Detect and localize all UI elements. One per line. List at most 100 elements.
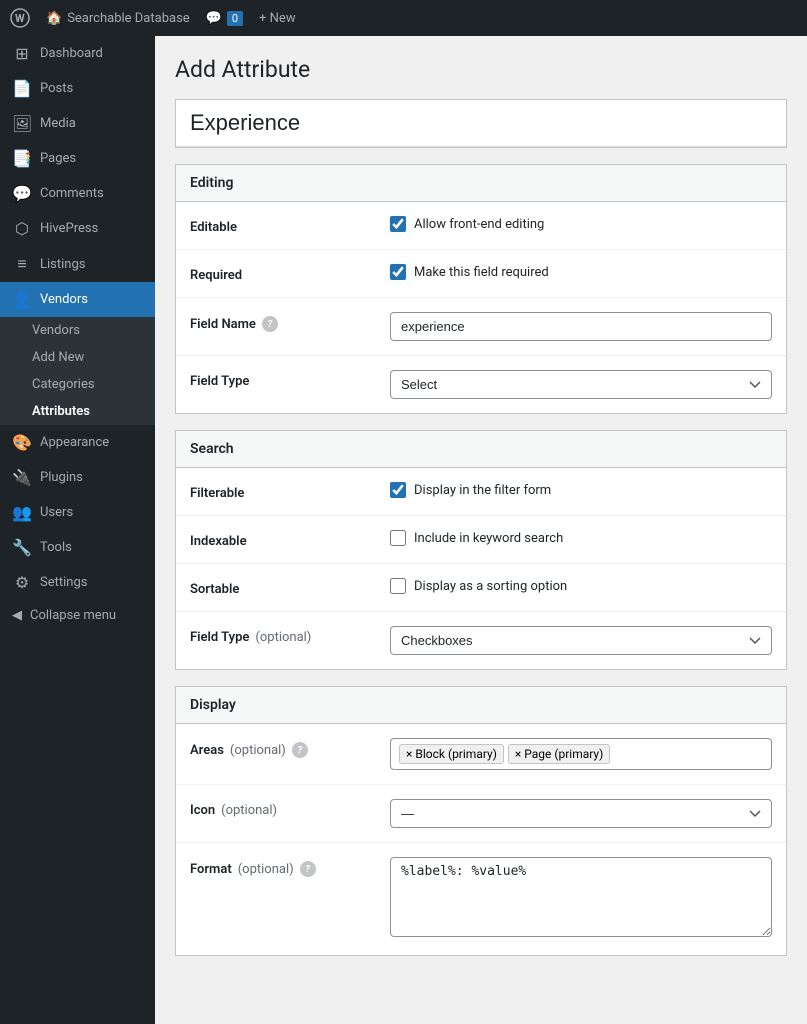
areas-tags-input[interactable]: × Block (primary) × Page (primary) — [390, 738, 772, 770]
indexable-checkbox[interactable] — [390, 530, 406, 546]
sidebar-item-hivepress[interactable]: ⬡ HivePress — [0, 211, 155, 246]
layout: ⊞ Dashboard 📄 Posts 🖼 Media 📑 Pages 💬 Co… — [0, 36, 807, 1024]
filterable-checkbox-row: Display in the filter form — [390, 482, 772, 498]
areas-control: × Block (primary) × Page (primary) — [390, 738, 772, 770]
filterable-checkbox-label: Display in the filter form — [414, 483, 551, 498]
site-name: Searchable Database — [67, 11, 189, 26]
sidebar-item-label: Listings — [40, 257, 85, 272]
indexable-label: Indexable — [190, 530, 390, 549]
sidebar-item-label: Posts — [40, 81, 73, 96]
format-textarea[interactable]: %label%: %value% — [390, 857, 772, 937]
sidebar-item-label: Dashboard — [40, 46, 103, 61]
areas-help-icon[interactable]: ? — [292, 742, 308, 758]
sidebar-item-posts[interactable]: 📄 Posts — [0, 71, 155, 106]
field-type-search-row: Field Type (optional) Checkboxes — [176, 612, 786, 669]
field-name-control — [390, 312, 772, 341]
sidebar-item-vendors[interactable]: 👤 Vendors — [0, 282, 155, 317]
indexable-row: Indexable Include in keyword search — [176, 516, 786, 564]
required-checkbox[interactable] — [390, 264, 406, 280]
sidebar-sub-item-add-new[interactable]: Add New — [0, 344, 155, 371]
sidebar-item-label: Tools — [40, 540, 72, 555]
title-card — [175, 99, 787, 148]
plugins-icon: 🔌 — [12, 468, 32, 487]
collapse-icon: ◀ — [12, 608, 22, 623]
sidebar-item-label: Comments — [40, 186, 104, 201]
field-type-search-select[interactable]: Checkboxes — [390, 626, 772, 655]
editing-section-title: Editing — [176, 165, 786, 202]
format-optional: (optional) — [238, 862, 294, 877]
wp-logo-link[interactable]: W — [10, 8, 30, 28]
collapse-label: Collapse menu — [30, 608, 116, 623]
sidebar-item-dashboard[interactable]: ⊞ Dashboard — [0, 36, 155, 71]
areas-row: Areas (optional) ? × Block (primary) × P… — [176, 724, 786, 785]
dashboard-icon: ⊞ — [12, 44, 32, 63]
filterable-checkbox[interactable] — [390, 482, 406, 498]
sidebar-item-label: HivePress — [40, 221, 98, 236]
posts-icon: 📄 — [12, 79, 32, 98]
sidebar-item-media[interactable]: 🖼 Media — [0, 106, 155, 141]
editable-checkbox[interactable] — [390, 216, 406, 232]
sidebar-item-comments[interactable]: 💬 Comments — [0, 176, 155, 211]
field-name-input[interactable] — [390, 312, 772, 341]
display-section-title: Display — [176, 687, 786, 724]
collapse-menu-button[interactable]: ◀ Collapse menu — [0, 600, 155, 631]
new-label: + New — [259, 11, 296, 26]
sidebar-item-users[interactable]: 👥 Users — [0, 495, 155, 530]
tag-page-primary: × Page (primary) — [508, 744, 610, 764]
editable-row: Editable Allow front-end editing — [176, 202, 786, 250]
sidebar-submenu: Vendors Add New Categories Attributes — [0, 317, 155, 425]
page-title: Add Attribute — [175, 56, 787, 83]
home-icon: 🏠 — [46, 11, 62, 26]
tag-block-primary: × Block (primary) — [399, 744, 504, 764]
attribute-title-input[interactable] — [176, 100, 786, 147]
comment-icon: 💬 — [206, 11, 222, 26]
sidebar-item-label: Appearance — [40, 435, 109, 450]
tools-icon: 🔧 — [12, 538, 32, 557]
indexable-control: Include in keyword search — [390, 530, 772, 546]
sortable-label: Sortable — [190, 578, 390, 597]
required-checkbox-row: Make this field required — [390, 264, 772, 280]
icon-label: Icon (optional) — [190, 799, 390, 818]
sidebar-item-appearance[interactable]: 🎨 Appearance — [0, 425, 155, 460]
vendors-icon: 👤 — [12, 290, 32, 309]
sidebar-item-label: Users — [40, 505, 73, 520]
icon-select[interactable]: — — [390, 799, 772, 828]
editable-label: Editable — [190, 216, 390, 235]
main-content: Add Attribute Editing Editable Allow fro… — [155, 36, 807, 1024]
field-name-help-icon[interactable]: ? — [262, 316, 278, 332]
site-name-link[interactable]: 🏠 Searchable Database — [46, 11, 190, 26]
sidebar-item-label: Plugins — [40, 470, 83, 485]
sortable-checkbox-row: Display as a sorting option — [390, 578, 772, 594]
editable-checkbox-row: Allow front-end editing — [390, 216, 772, 232]
sidebar-item-label: Media — [40, 116, 76, 131]
field-type-search-control: Checkboxes — [390, 626, 772, 655]
sidebar-item-tools[interactable]: 🔧 Tools — [0, 530, 155, 565]
listings-icon: ≡ — [12, 254, 32, 274]
tag-block-primary-label: × Block (primary) — [406, 747, 497, 761]
editable-checkbox-label: Allow front-end editing — [414, 217, 544, 232]
sidebar-item-pages[interactable]: 📑 Pages — [0, 141, 155, 176]
new-content-link[interactable]: + New — [259, 11, 296, 26]
required-row: Required Make this field required — [176, 250, 786, 298]
format-help-icon[interactable]: ? — [300, 861, 316, 877]
sidebar-item-listings[interactable]: ≡ Listings — [0, 246, 155, 282]
areas-label: Areas (optional) ? — [190, 738, 390, 758]
areas-optional: (optional) — [230, 743, 286, 758]
sidebar-sub-item-categories[interactable]: Categories — [0, 371, 155, 398]
comments-link[interactable]: 💬 0 — [206, 11, 243, 26]
users-icon: 👥 — [12, 503, 32, 522]
sidebar-sub-item-vendors[interactable]: Vendors — [0, 317, 155, 344]
field-name-row: Field Name ? — [176, 298, 786, 356]
sidebar-item-settings[interactable]: ⚙ Settings — [0, 565, 155, 600]
svg-text:W: W — [15, 12, 25, 25]
wp-logo-icon: W — [10, 8, 30, 28]
sidebar-sub-item-attributes[interactable]: Attributes — [0, 398, 155, 425]
editable-control: Allow front-end editing — [390, 216, 772, 232]
indexable-checkbox-row: Include in keyword search — [390, 530, 772, 546]
sortable-checkbox-label: Display as a sorting option — [414, 579, 567, 594]
sidebar-item-plugins[interactable]: 🔌 Plugins — [0, 460, 155, 495]
pages-icon: 📑 — [12, 149, 32, 168]
hivepress-icon: ⬡ — [12, 219, 32, 238]
sortable-checkbox[interactable] — [390, 578, 406, 594]
field-type-editing-select[interactable]: Select — [390, 370, 772, 399]
